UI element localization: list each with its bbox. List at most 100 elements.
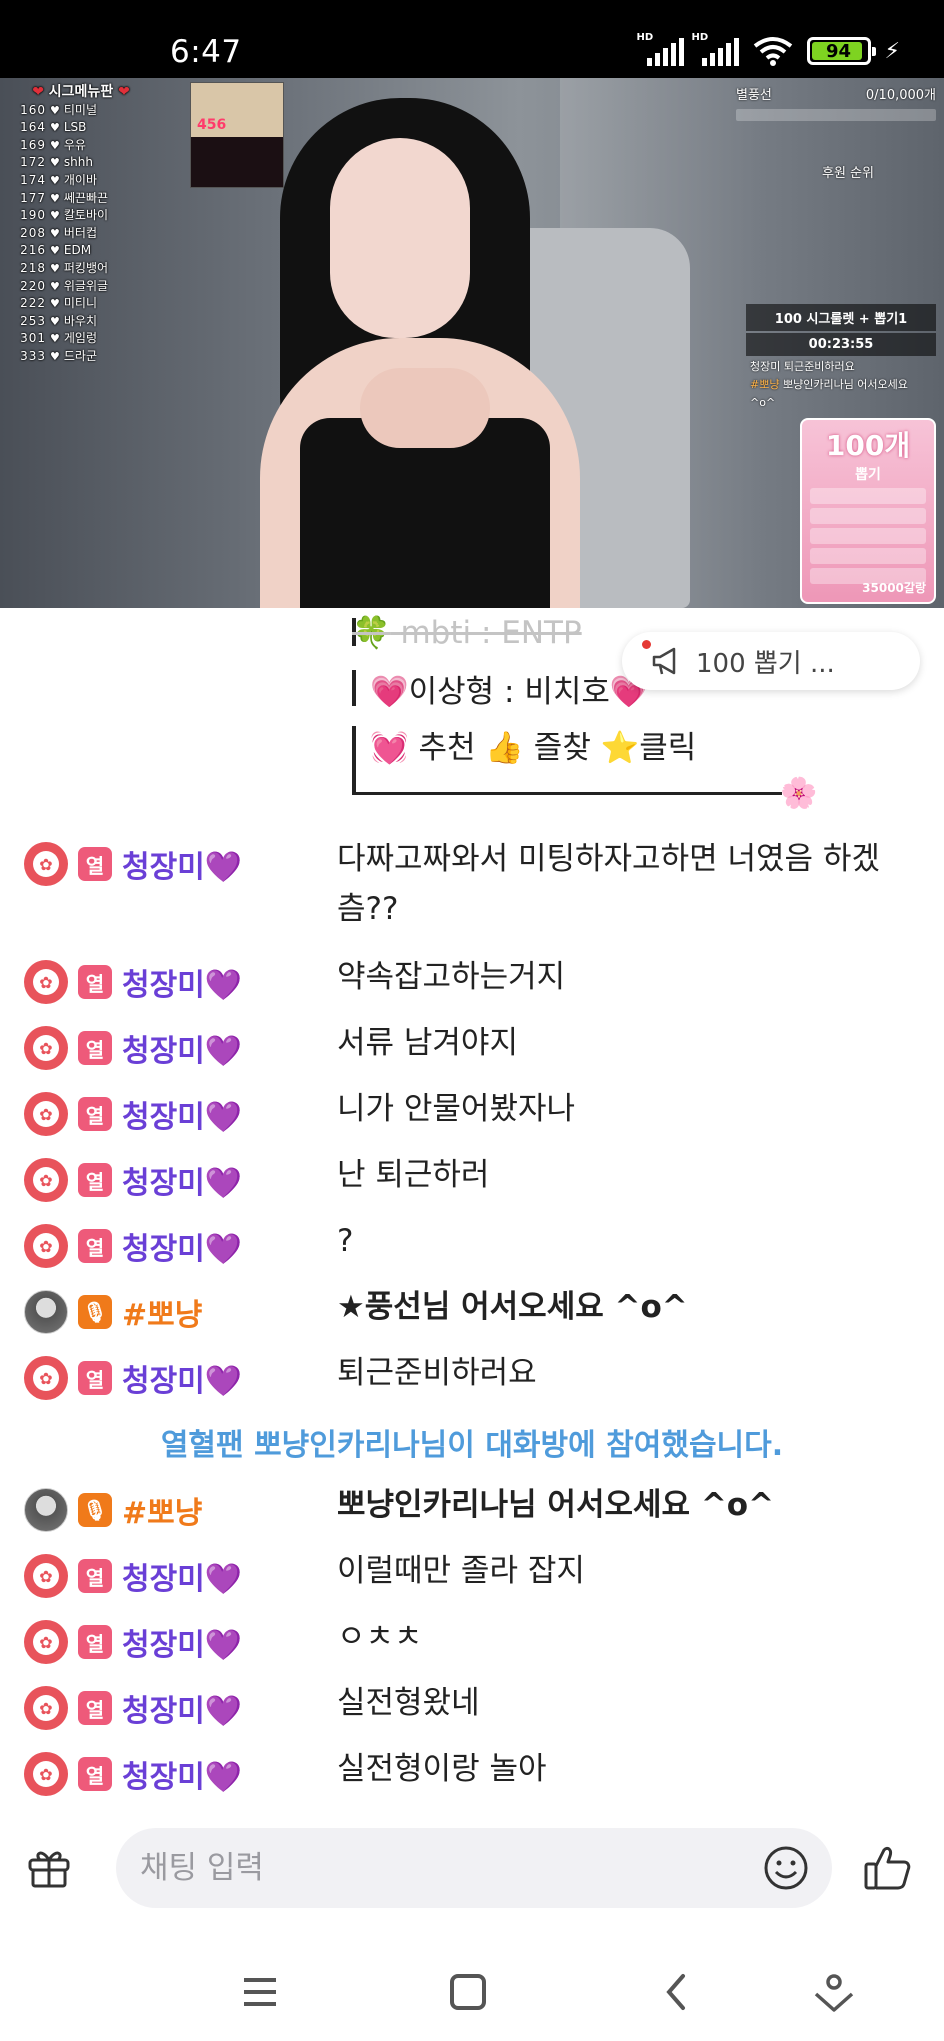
chat-nickname[interactable]: 청장미💜 — [122, 1224, 242, 1268]
thumbs-up-icon[interactable] — [862, 1842, 914, 1894]
notice-line-3: 💓 추천 👍 즐찾 ⭐클릭 — [370, 730, 697, 766]
notice-line-1: 🍀 mbti : ENTP — [352, 615, 582, 651]
roulette-log-1: 청장미 퇴근준비하러요 — [750, 360, 855, 373]
video-player[interactable]: ❤ 시그메뉴판 ❤ 160 ♥ 티미널 164 ♥ LSB 169 ♥ 우유 172 ♥ shhh 17… — [0, 78, 944, 608]
pinned-notice-text: 100 뽑기 ... — [696, 648, 835, 679]
chat-text: 퇴근준비하러요 — [337, 1355, 537, 1391]
back-icon — [666, 1974, 685, 2010]
chat-text: 니가 안물어봤자나 — [337, 1091, 576, 1127]
chat-nickname[interactable]: 청장미💜 — [122, 1554, 242, 1598]
menu-board-row: 190 ♥ 칼토바이 — [20, 208, 109, 223]
fan-badge-icon: ✿ — [24, 1752, 68, 1796]
charging-icon: ⚡ — [884, 38, 900, 64]
assistant-nav-button[interactable] — [804, 1962, 864, 2022]
chat-nickname[interactable]: 청장미💜 — [122, 1686, 242, 1730]
notice-line-2: 💗이상형 : 비치호💗 — [370, 674, 649, 710]
chat-nickname[interactable]: 청장미💜 — [122, 1356, 242, 1400]
chat-nickname[interactable]: 청장미💜 — [122, 1158, 242, 1202]
vip-tag: 열 — [78, 1163, 112, 1197]
vip-tag: 열 — [78, 1625, 112, 1659]
overlay-thumbnail: 456 — [190, 82, 284, 188]
vip-tag: 열 — [78, 1031, 112, 1065]
streamer-image — [250, 98, 610, 608]
roulette-log-2: #뽀냥 뽀냥인카리나님 어서오세요 — [750, 378, 908, 391]
vip-tag: 열 — [78, 1097, 112, 1131]
vip-tag: 열 — [78, 1691, 112, 1725]
menu-icon — [244, 1978, 276, 2006]
fan-badge-icon: ✿ — [24, 1356, 68, 1400]
donor-rank-label: 후원 순위 — [822, 166, 874, 181]
status-bar: 6:47 HD HD 94 ⚡ — [0, 0, 944, 78]
chat-text: 다짜고짜와서 미팅하자고하면 너였음 하겠츰?? — [337, 841, 880, 927]
menu-board-row: 169 ♥ 우유 — [20, 137, 86, 152]
notification-dot — [642, 640, 651, 649]
chat-text: ? — [337, 1223, 354, 1259]
fan-badge-icon: ✿ — [24, 1620, 68, 1664]
menu-board-row: 177 ♥ 쎄끈빠끈 — [20, 190, 109, 205]
chat-nickname[interactable]: 청장미💜 — [122, 1026, 242, 1070]
chat-nickname[interactable]: 청장미💜 — [122, 1092, 242, 1136]
signal-icon-2: HD — [692, 32, 739, 66]
fan-badge-icon: ✿ — [24, 1092, 68, 1136]
menu-board-row: 218 ♥ 퍼킹뱅어 — [20, 260, 109, 275]
vip-tag: 열 — [78, 1757, 112, 1791]
menu-board-row: 222 ♥ 미티니 — [20, 296, 97, 311]
menu-board-row: 301 ♥ 게임렁 — [20, 331, 97, 346]
chat-text: 뽀냥인카리나님 어서오세요 ^o^ — [337, 1487, 775, 1523]
vip-tag: 열 — [78, 1229, 112, 1263]
menu-board-row: 216 ♥ EDM — [20, 243, 92, 258]
vip-tag: 열 — [78, 965, 112, 999]
chat-nickname[interactable]: #뽀냥 — [122, 1290, 202, 1334]
system-nav-bar — [0, 1944, 944, 2041]
chat-input[interactable] — [140, 1844, 740, 1892]
chat-input-bar — [0, 1820, 944, 1912]
emoji-icon[interactable] — [762, 1844, 810, 1892]
chat-text: ★풍선님 어서오세요 ^o^ — [337, 1289, 688, 1325]
blossom-icon: 🌸 — [780, 776, 818, 811]
vip-tag: 열 — [78, 847, 112, 881]
chat-text: 이럴때만 졸라 잡지 — [337, 1553, 585, 1589]
menu-board-row: 220 ♥ 위글위글 — [20, 278, 109, 293]
pinned-notice-button[interactable]: 100 뽑기 ... — [622, 632, 920, 690]
system-message: 열혈팬 뽀냥인카리나님이 대화방에 참여했습니다. — [160, 1428, 784, 1463]
chat-nickname[interactable]: #뽀냥 — [122, 1488, 202, 1532]
chat-text: 실전형이랑 놀아 — [337, 1751, 547, 1787]
vip-tag: 열 — [78, 1361, 112, 1395]
balloon-progress-bar — [736, 109, 936, 121]
menu-board-row: 333 ♥ 드라군 — [20, 348, 97, 363]
battery-icon: 94 — [806, 37, 876, 65]
mic-badge-icon: 🎙 — [78, 1493, 112, 1527]
avatar[interactable] — [24, 1290, 68, 1334]
fan-badge-icon: ✿ — [24, 960, 68, 1004]
status-icons: HD HD 94 ⚡ — [637, 32, 900, 66]
wifi-icon — [753, 37, 792, 66]
megaphone-icon — [652, 647, 676, 675]
fan-badge-icon: ✿ — [24, 1224, 68, 1268]
signal-icon: HD — [637, 32, 684, 66]
chat-nickname[interactable]: 청장미💜 — [122, 1752, 242, 1796]
balloon-label: 별풍선 — [736, 88, 772, 103]
back-nav-button[interactable] — [646, 1962, 706, 2022]
menu-board-row: 164 ♥ LSB — [20, 120, 87, 135]
chat-nickname[interactable]: 청장미💜 — [122, 960, 242, 1004]
assistant-icon — [814, 1974, 854, 2012]
gift-icon[interactable] — [26, 1844, 72, 1890]
chat-text: 난 퇴근하러 — [337, 1157, 490, 1193]
menu-board-row: 253 ♥ 바우치 — [20, 313, 97, 328]
menu-board-row: 208 ♥ 버터컵 — [20, 225, 97, 240]
fan-badge-icon: ✿ — [24, 1158, 68, 1202]
roulette-panel: 100 시그룰렛 + 뽑기1 00:23:55 청장미 퇴근준비하러요 #뽀냥 … — [746, 304, 936, 412]
menu-board-row: 174 ♥ 개이바 — [20, 172, 97, 187]
chat-text: 약속잡고하는거지 — [337, 959, 566, 995]
home-nav-button[interactable] — [438, 1962, 498, 2022]
chat-nickname[interactable]: 청장미💜 — [122, 1620, 242, 1664]
mic-badge-icon: 🎙 — [78, 1295, 112, 1329]
fan-badge-icon: ✿ — [24, 1554, 68, 1598]
signature-menu-board: ❤ 시그메뉴판 ❤ 160 ♥ 티미널 164 ♥ LSB 169 ♥ 우유 172 ♥ shhh 17… — [6, 84, 156, 366]
menu-nav-button[interactable] — [230, 1962, 290, 2022]
chat-nickname[interactable]: 청장미💜 — [122, 842, 242, 886]
chat-text: 실전형왔네 — [337, 1685, 480, 1721]
avatar[interactable] — [24, 1488, 68, 1532]
home-icon — [450, 1974, 486, 2010]
fan-badge-icon: ✿ — [24, 842, 68, 886]
